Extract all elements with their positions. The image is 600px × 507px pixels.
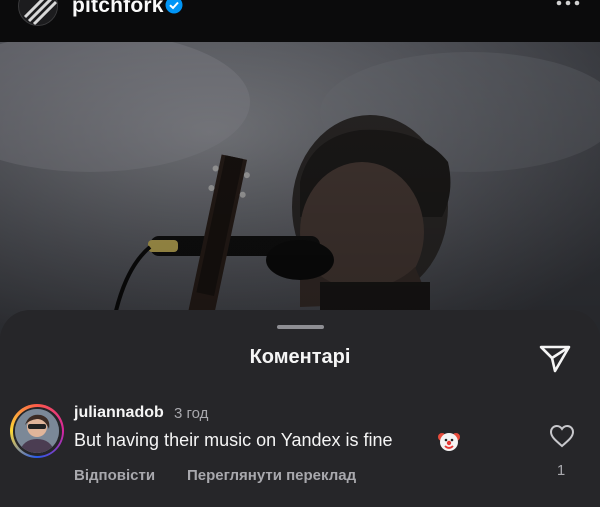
sheet-drag-handle[interactable] [277, 325, 324, 329]
comments-sheet: Коментарі juliannadob 3 год But having t… [0, 310, 600, 507]
sheet-title: Коментарі [249, 346, 351, 368]
comment-text: But having their music on Yandex is fine [74, 430, 393, 450]
see-translation-button[interactable]: Переглянути переклад [187, 467, 356, 484]
verified-badge-icon [165, 0, 183, 14]
like-count: 1 [556, 462, 566, 479]
user-photo-icon [15, 409, 59, 453]
profile-avatar[interactable] [18, 0, 58, 26]
post-photo [0, 32, 600, 343]
concert-photo [0, 32, 600, 343]
heart-icon[interactable] [549, 424, 575, 448]
commenter-avatar[interactable] [10, 404, 64, 458]
more-dots-icon[interactable] [555, 0, 581, 8]
reply-button[interactable]: Відповісти [74, 467, 155, 484]
comment-username[interactable]: juliannadob [74, 404, 164, 422]
account-name[interactable]: pitchfork [72, 0, 164, 18]
pitchfork-logo-icon [21, 0, 57, 25]
clown-face-icon [438, 433, 460, 451]
post-header: pitchfork [0, 0, 600, 42]
comment-timestamp: 3 год [174, 405, 209, 422]
paper-plane-icon[interactable] [538, 343, 572, 373]
